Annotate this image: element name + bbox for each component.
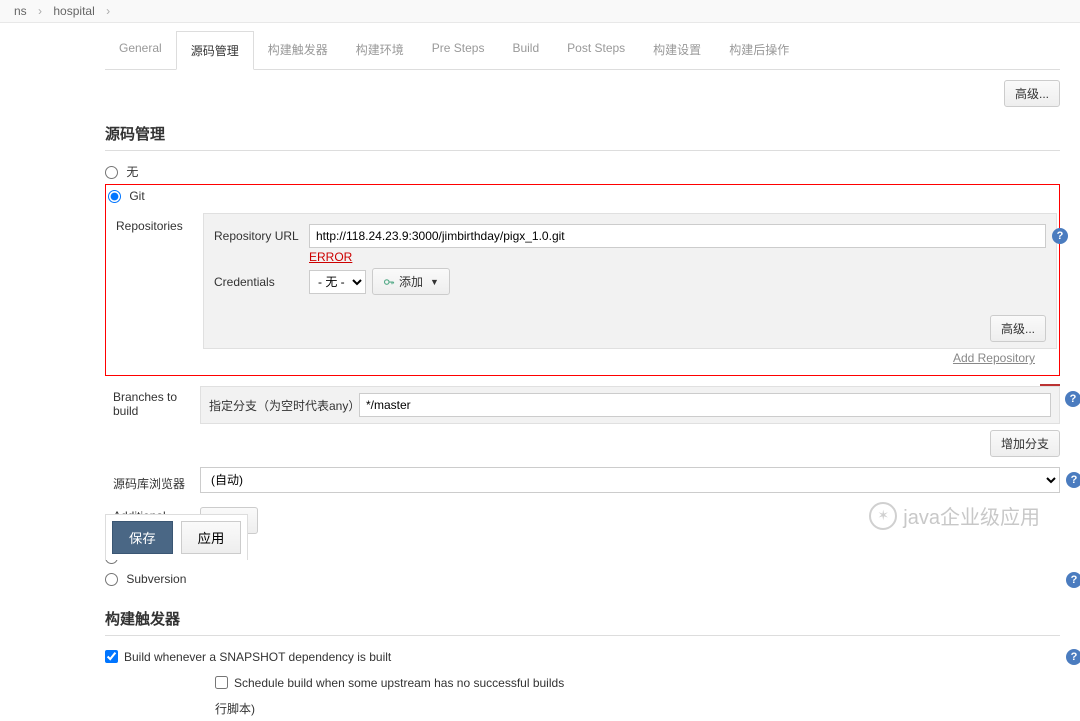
tab-post-steps[interactable]: Post Steps — [553, 31, 639, 69]
save-button[interactable]: 保存 — [112, 521, 173, 554]
tab-build[interactable]: Build — [498, 31, 553, 69]
help-icon[interactable]: ? — [1065, 391, 1080, 407]
breadcrumb: ns › hospital › — [0, 0, 1080, 23]
git-highlight-box: Git Repositories Repository URL ? ERROR … — [105, 184, 1060, 376]
scm-section-title: 源码管理 — [105, 117, 1060, 151]
scm-none-label: 无 — [126, 165, 138, 179]
tab-post-build[interactable]: 构建后操作 — [715, 31, 803, 69]
repositories-label: Repositories — [108, 213, 203, 365]
scm-subversion-row[interactable]: Subversion ? — [105, 568, 1060, 590]
schedule-checkbox[interactable] — [215, 676, 228, 689]
repo-browser-label: 源码库浏览器 — [105, 469, 200, 492]
tab-pre-steps[interactable]: Pre Steps — [418, 31, 499, 69]
breadcrumb-item[interactable]: hospital — [53, 4, 94, 18]
help-icon[interactable]: ? — [1052, 228, 1068, 244]
add-label: 添加 — [399, 273, 423, 290]
schedule-label: Schedule build when some upstream has no… — [234, 676, 564, 690]
add-branch-button[interactable]: 增加分支 — [990, 430, 1060, 457]
scm-git-radio-row[interactable]: Git — [108, 185, 1057, 207]
key-icon — [383, 276, 395, 288]
scm-git-radio[interactable] — [108, 190, 121, 203]
tab-env[interactable]: 构建环境 — [342, 31, 418, 69]
repo-url-input[interactable] — [309, 224, 1046, 248]
branch-spec-label: 指定分支（为空时代表any） — [209, 397, 359, 414]
config-tabs: General 源码管理 构建触发器 构建环境 Pre Steps Build … — [105, 31, 1060, 70]
branches-label: Branches to build — [105, 384, 200, 457]
repo-browser-select[interactable]: (自动) — [200, 467, 1060, 493]
apply-button[interactable]: 应用 — [181, 521, 242, 554]
tab-general[interactable]: General — [105, 31, 176, 69]
repo-advanced-button[interactable]: 高级... — [990, 315, 1046, 342]
bottom-action-bar: 保存 应用 — [105, 514, 248, 560]
triggers-section-title: 构建触发器 — [105, 602, 1060, 636]
tab-build-settings[interactable]: 构建设置 — [639, 31, 715, 69]
snapshot-label: Build whenever a SNAPSHOT dependency is … — [124, 650, 391, 664]
scm-none-radio[interactable] — [105, 166, 118, 179]
scm-git-label: Git — [129, 189, 144, 203]
repository-block: Repository URL ? ERROR Credentials - 无 - — [203, 213, 1057, 349]
breadcrumb-sep: › — [38, 4, 42, 18]
scm-none-radio-row[interactable]: 无 — [105, 159, 1060, 184]
add-repository-link[interactable]: Add Repository — [953, 351, 1035, 365]
snapshot-checkbox[interactable] — [105, 650, 118, 663]
help-icon[interactable]: ? — [1066, 572, 1080, 588]
credentials-add-button[interactable]: 添加 ▼ — [372, 268, 450, 295]
repo-error-link[interactable]: ERROR — [309, 250, 1046, 264]
credentials-label: Credentials — [214, 275, 309, 289]
help-icon[interactable]: ? — [1066, 472, 1080, 488]
caret-down-icon: ▼ — [430, 277, 439, 287]
advanced-button[interactable]: 高级... — [1004, 80, 1060, 107]
tab-scm[interactable]: 源码管理 — [176, 31, 254, 70]
credentials-select[interactable]: - 无 - — [309, 270, 366, 294]
help-icon[interactable]: ? — [1066, 649, 1080, 665]
breadcrumb-sep: › — [106, 4, 110, 18]
tab-triggers[interactable]: 构建触发器 — [254, 31, 342, 69]
repo-url-label: Repository URL — [214, 229, 309, 243]
scm-subversion-radio[interactable] — [105, 573, 118, 586]
scm-subversion-label: Subversion — [126, 572, 186, 586]
script-row: 行脚本) — [215, 696, 1060, 721]
breadcrumb-item[interactable]: ns — [14, 4, 27, 18]
branch-input[interactable] — [359, 393, 1051, 417]
